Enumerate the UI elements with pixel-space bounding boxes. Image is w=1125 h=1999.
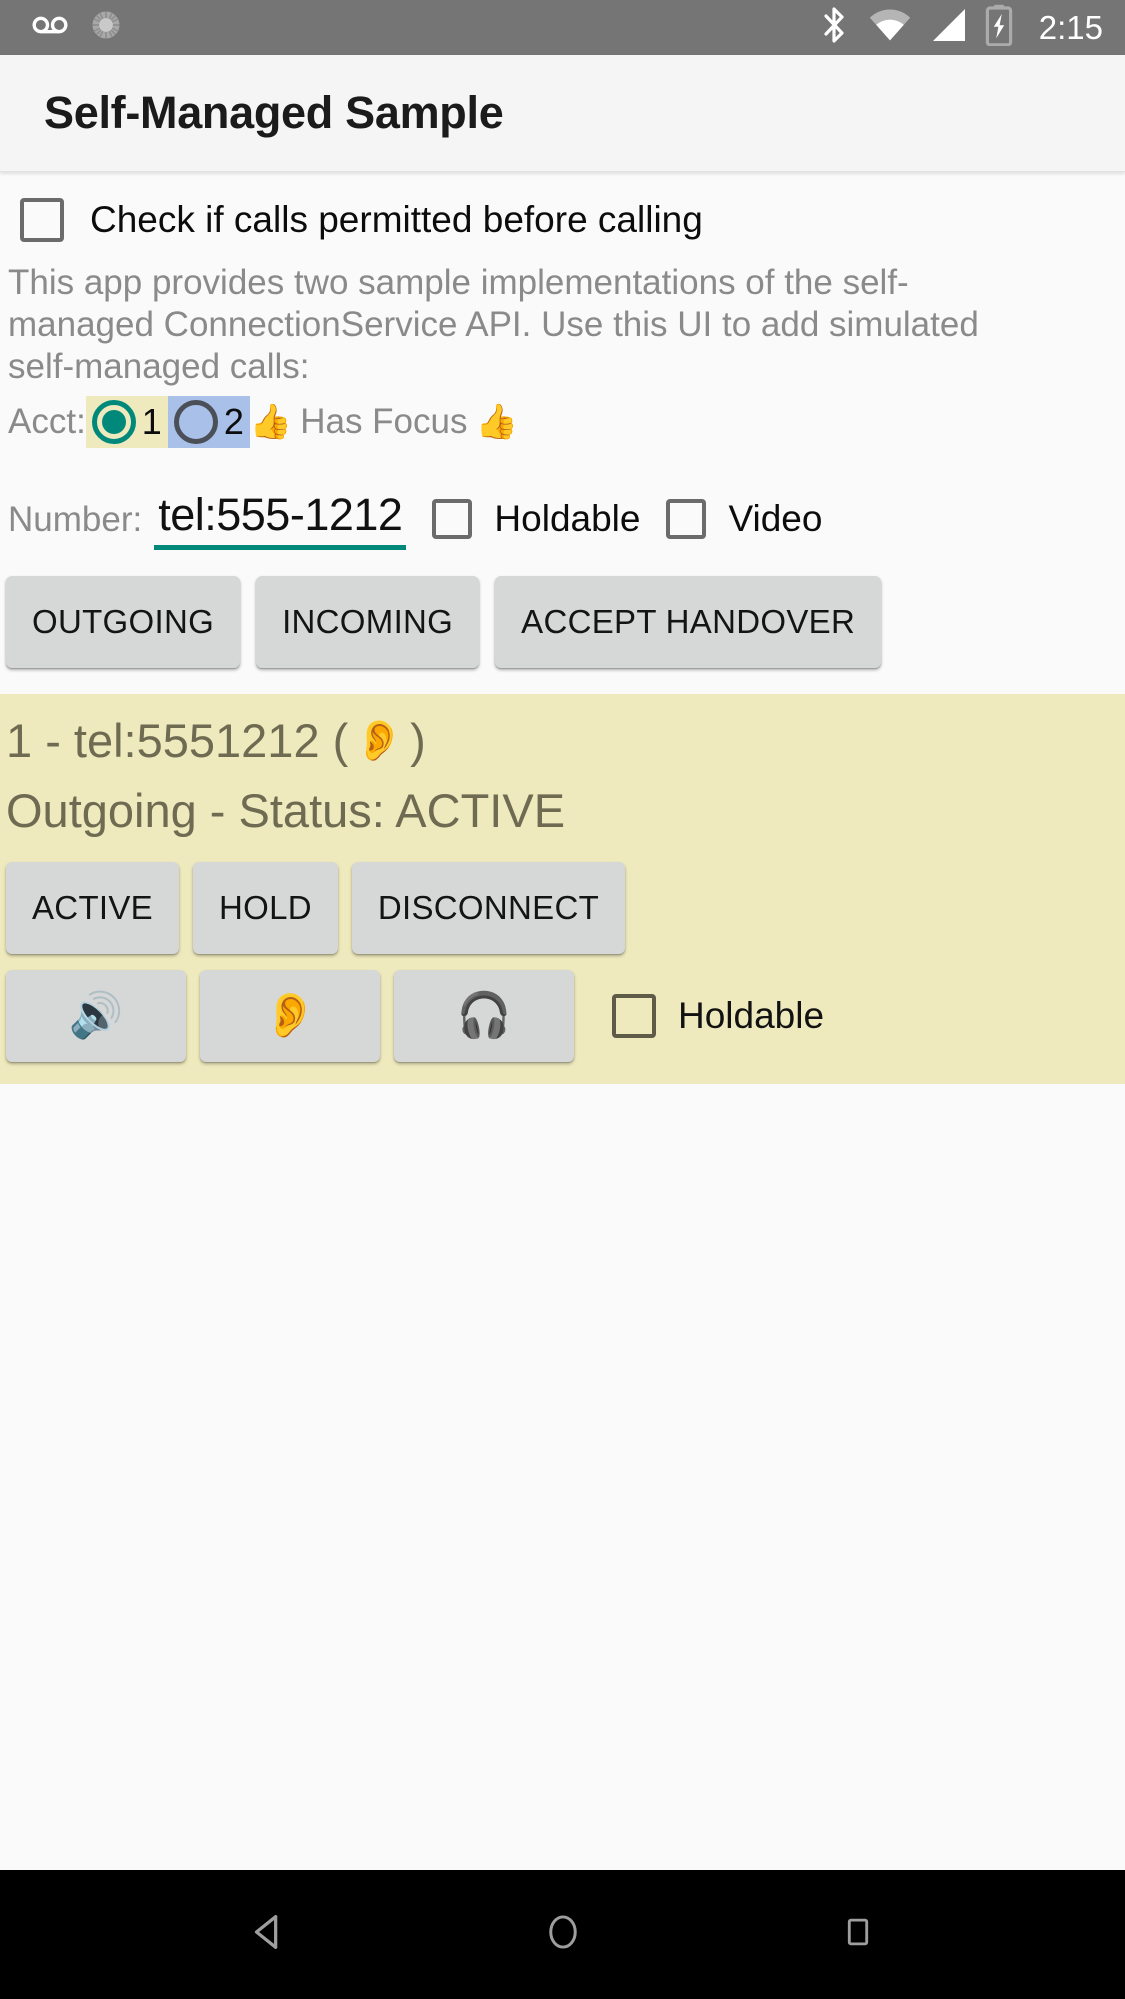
video-label: Video — [728, 498, 823, 539]
empty-space — [0, 1084, 1125, 1870]
call-holdable-checkbox[interactable] — [612, 994, 656, 1038]
app-bar: Self-Managed Sample — [0, 55, 1125, 172]
holdable-row[interactable]: Holdable — [432, 498, 640, 550]
incoming-button[interactable]: INCOMING — [256, 576, 480, 668]
video-row[interactable]: Video — [666, 498, 822, 550]
thumbs-up-icon-left: 👍 — [249, 403, 293, 441]
number-input[interactable]: tel:555-1212 — [154, 489, 407, 550]
check-permitted-label: Check if calls permitted before calling — [90, 199, 703, 240]
thumbs-up-icon-right: 👍 — [475, 403, 518, 441]
sync-icon — [88, 7, 124, 48]
call-state-button-row: ACTIVE HOLD DISCONNECT — [0, 862, 1125, 954]
holdable-checkbox[interactable] — [432, 499, 473, 539]
home-nav-button[interactable] — [503, 1870, 623, 1999]
account-label: Acct: — [8, 402, 86, 441]
wifi-icon — [867, 7, 913, 48]
active-call-card: 1 - tel:5551212 ( 👂 ) Outgoing - Status:… — [0, 694, 1125, 1084]
call-identity-suffix: ) — [410, 714, 426, 767]
holdable-label: Holdable — [494, 498, 641, 539]
accept-handover-button[interactable]: ACCEPT HANDOVER — [495, 576, 882, 668]
battery-charging-icon — [985, 4, 1013, 51]
number-label: Number: — [8, 500, 143, 539]
page-title: Self-Managed Sample — [44, 87, 504, 138]
account-radio-1-label: 1 — [141, 401, 162, 442]
account-radio-group[interactable]: 1 2 — [85, 396, 250, 448]
has-focus-label: Has Focus — [300, 402, 468, 441]
status-bar-notification-icons — [30, 5, 124, 50]
outgoing-button[interactable]: OUTGOING — [6, 576, 241, 668]
account-radio-2[interactable]: 2 — [167, 396, 250, 448]
ear-icon: 👂 — [354, 719, 405, 763]
radio-unselected-icon — [173, 400, 218, 444]
status-bar-system-icons: 2:15 — [817, 4, 1103, 51]
status-bar-clock: 2:15 — [1038, 9, 1103, 46]
check-permitted-row[interactable]: Check if calls permitted before calling — [0, 184, 1125, 256]
phone-screen: 2:15 Self-Managed Sample Check if calls … — [0, 0, 1125, 1999]
call-active-button[interactable]: ACTIVE — [6, 862, 179, 954]
check-permitted-checkbox[interactable] — [20, 198, 64, 242]
recents-nav-icon — [839, 1913, 877, 1956]
radio-selected-icon — [91, 400, 136, 444]
main-content: Check if calls permitted before calling … — [0, 172, 1125, 1870]
account-radio-1[interactable]: 1 — [85, 396, 168, 448]
audio-route-button-row: 🔊 👂 🎧 Holdable — [0, 970, 1125, 1062]
home-nav-icon — [542, 1911, 584, 1958]
recents-nav-button[interactable] — [798, 1870, 918, 1999]
video-checkbox[interactable] — [666, 499, 707, 539]
account-radio-2-label: 2 — [223, 401, 244, 442]
audio-route-headset-button[interactable]: 🎧 — [394, 970, 574, 1062]
back-nav-icon — [245, 1909, 291, 1960]
cell-signal-icon — [929, 7, 969, 48]
bluetooth-icon — [817, 5, 851, 50]
back-nav-button[interactable] — [208, 1870, 328, 1999]
call-disconnect-button[interactable]: DISCONNECT — [351, 862, 626, 954]
audio-route-earpiece-button[interactable]: 👂 — [200, 970, 380, 1062]
call-identity-line: 1 - tel:5551212 ( 👂 ) — [0, 706, 1125, 776]
account-selector-row: Acct: 1 2 👍 Has Focus 👍 — [0, 394, 1125, 450]
call-holdable-label: Holdable — [678, 995, 825, 1036]
call-hold-button[interactable]: HOLD — [193, 862, 338, 954]
call-action-button-row: OUTGOING INCOMING ACCEPT HANDOVER — [0, 576, 1125, 668]
navigation-bar — [0, 1870, 1125, 1999]
voicemail-icon — [30, 5, 70, 50]
status-bar: 2:15 — [0, 0, 1125, 55]
number-input-value: tel:555-1212 — [158, 489, 403, 540]
call-identity-prefix: 1 - tel:5551212 ( — [6, 714, 349, 767]
number-row: Number: tel:555-1212 Holdable Video — [0, 472, 1125, 550]
audio-route-speaker-button[interactable]: 🔊 — [6, 970, 186, 1062]
call-status-line: Outgoing - Status: ACTIVE — [6, 784, 566, 837]
app-description: This app provides two sample implementat… — [8, 263, 979, 386]
call-holdable-row[interactable]: Holdable — [612, 994, 824, 1038]
